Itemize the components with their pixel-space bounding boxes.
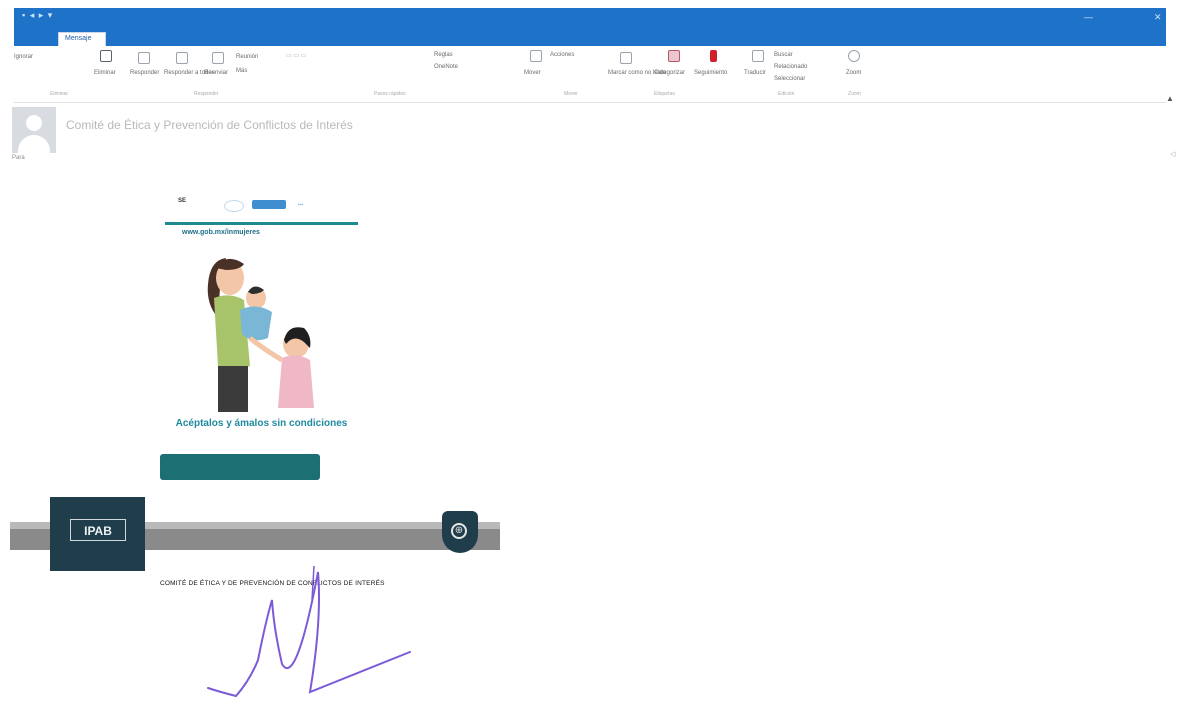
ipab-logo: IPAB <box>50 497 145 571</box>
banner-logo-icon <box>224 200 244 212</box>
forward-icon[interactable] <box>212 52 224 64</box>
tab-message[interactable]: Mensaje <box>58 32 106 46</box>
sender-name[interactable]: Comité de Ética y Prevención de Conflict… <box>66 118 353 132</box>
find-button[interactable]: Buscar <box>774 52 793 58</box>
scroll-up-arrow[interactable]: ▲ <box>1166 94 1174 103</box>
translate-button[interactable]: Traducir <box>744 70 766 76</box>
banner-divider <box>165 222 358 225</box>
quick-steps-gallery[interactable]: ▭ ▭ ▭ <box>286 52 306 59</box>
reply-button[interactable]: Responder <box>130 70 159 76</box>
mark-unread-icon[interactable] <box>620 52 632 64</box>
meeting-button[interactable]: Reunión <box>236 54 258 60</box>
onenote-button[interactable]: OneNote <box>434 64 458 70</box>
group-label-editing: Edición <box>778 91 795 97</box>
followup-button[interactable]: Seguimiento <box>694 70 727 76</box>
banner-logo-bar <box>252 200 286 209</box>
delete-button[interactable]: Eliminar <box>94 70 116 76</box>
ribbon: Ignorar Eliminar Responder Responder a t… <box>14 46 1166 103</box>
categorize-button[interactable]: Categorizar <box>654 70 685 76</box>
group-label-quicksteps: Pasos rápidos <box>374 91 406 97</box>
title-bar: ▪ ◂ ▸ ▾ — ✕ Mensaje <box>14 8 1166 46</box>
recipients-line: Para <box>12 155 25 161</box>
minimize-icon[interactable]: — <box>1084 12 1093 22</box>
handwritten-signature <box>207 565 411 698</box>
reply-icon[interactable] <box>138 52 150 64</box>
banner-headline: Acéptalos y ámalos sin condiciones <box>175 418 348 429</box>
banner-top-label: SE <box>178 198 187 204</box>
seal-badge: ⊕ <box>442 511 478 553</box>
banner-cta-button[interactable] <box>160 454 320 480</box>
translate-icon[interactable] <box>752 50 764 62</box>
avatar-icon <box>12 107 56 153</box>
quick-access-toolbar[interactable]: ▪ ◂ ▸ ▾ <box>22 10 53 21</box>
more-button[interactable]: Más <box>236 68 247 74</box>
banner-logo-text: ▪▪▪ <box>298 202 304 208</box>
flag-icon[interactable] <box>710 50 717 62</box>
categorize-icon[interactable] <box>668 50 680 62</box>
group-label-respond: Responder <box>194 91 219 97</box>
select-button[interactable]: Seleccionar <box>774 76 805 82</box>
pane-toggle-icon[interactable]: ◁ <box>1170 150 1175 158</box>
reply-all-icon[interactable] <box>176 52 188 64</box>
globe-icon: ⊕ <box>451 523 467 539</box>
delete-icon[interactable] <box>100 50 112 62</box>
ipab-logo-text: IPAB <box>70 519 126 541</box>
close-icon[interactable]: ✕ <box>1154 12 1162 23</box>
group-label-tags: Etiquetas <box>654 91 675 97</box>
ignore-button[interactable]: Ignorar <box>14 54 33 60</box>
banner-illustration <box>207 258 314 412</box>
move-button[interactable]: Mover <box>524 70 541 76</box>
group-label-move: Mover <box>564 91 578 97</box>
forward-button[interactable]: Reenviar <box>204 70 228 76</box>
actions-button[interactable]: Acciones <box>550 52 574 58</box>
move-icon[interactable] <box>530 50 542 62</box>
rules-button[interactable]: Reglas <box>434 52 453 58</box>
related-button[interactable]: Relacionado <box>774 64 807 70</box>
group-label-delete: Eliminar <box>50 91 69 97</box>
banner-url[interactable]: www.gob.mx/inmujeres <box>182 229 260 236</box>
recipients-label: Para <box>12 155 25 161</box>
zoom-button[interactable]: Zoom <box>846 70 861 76</box>
zoom-icon[interactable] <box>848 50 860 62</box>
group-label-zoom: Zoom <box>848 91 861 97</box>
